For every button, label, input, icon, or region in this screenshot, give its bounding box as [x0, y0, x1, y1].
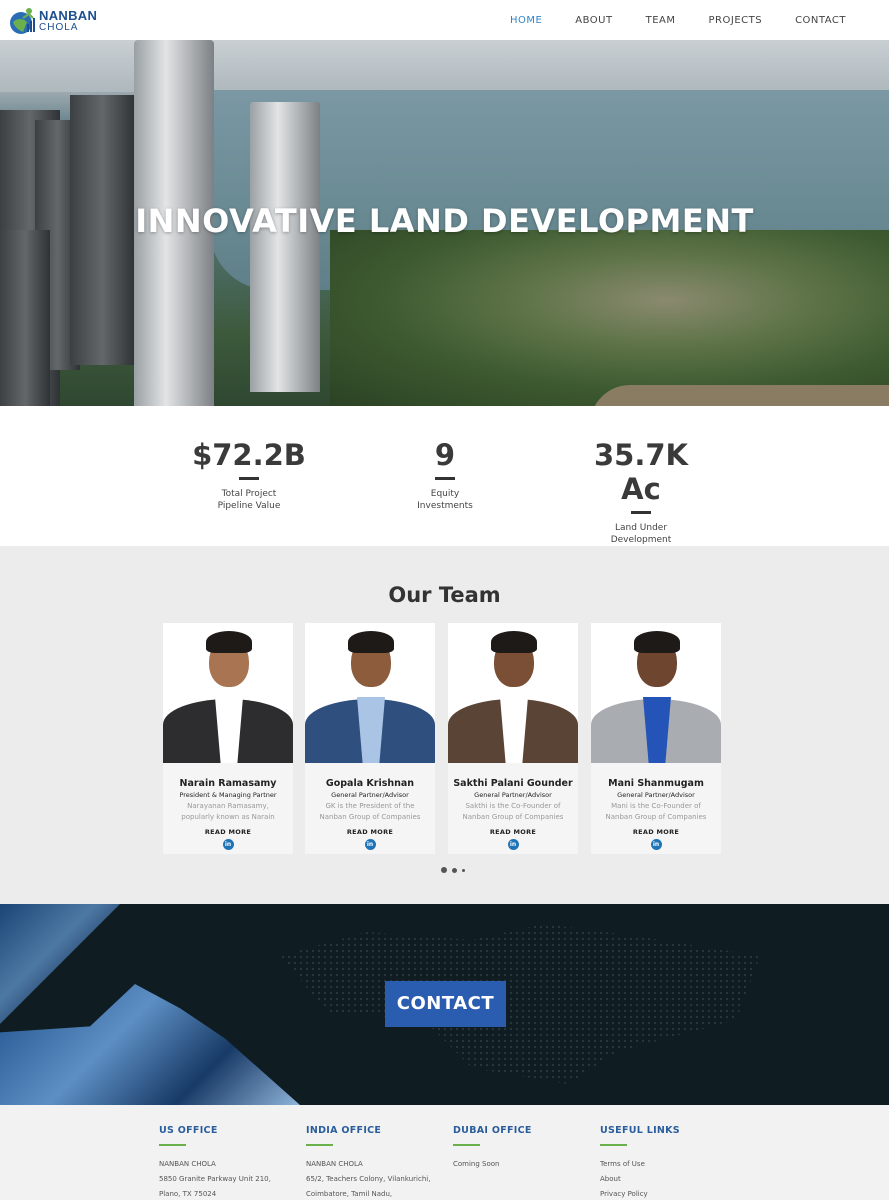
- contact-band: CONTACT: [0, 904, 889, 1105]
- member-name: Mani Shanmugam: [608, 778, 704, 789]
- main-nav: HOME ABOUT TEAM PROJECTS CONTACT: [477, 0, 846, 40]
- footer-link-terms[interactable]: Terms of Use: [600, 1157, 740, 1172]
- stat-value: 35.7K Ac: [593, 438, 689, 506]
- footer-underline: [600, 1144, 627, 1146]
- logo-subtitle: CHOLA: [39, 22, 79, 33]
- stat-investments: 9 Equity Investments: [405, 438, 485, 512]
- hero-title: INNOVATIVE LAND DEVELOPMENT: [135, 202, 754, 240]
- carousel-dot-active[interactable]: [441, 867, 447, 873]
- world-map-dots: [280, 924, 760, 1084]
- footer-useful-links: USEFUL LINKS Terms of Use About Privacy …: [600, 1125, 740, 1200]
- nav-team[interactable]: TEAM: [646, 15, 676, 26]
- footer-line: Coimbatore, Tamil Nadu,: [306, 1190, 393, 1198]
- carousel-dots: [441, 867, 470, 873]
- stat-divider: [239, 477, 259, 480]
- member-bio: Mani is the Co-Founder of Nanban Group of…: [605, 802, 707, 821]
- member-name: Narain Ramasamy: [179, 778, 277, 789]
- stat-value: $72.2B: [192, 438, 306, 472]
- logo[interactable]: NANBAN CHOLA: [9, 6, 97, 36]
- footer-line: 65/2, Teachers Colony, Vilankurichi,: [306, 1175, 431, 1183]
- footer-line: 5850 Granite Parkway Unit 210,: [159, 1175, 271, 1183]
- footer-line: Coming Soon: [453, 1160, 500, 1168]
- logo-mark-icon: [10, 8, 35, 34]
- member-name: Gopala Krishnan: [325, 778, 415, 789]
- stat-pipeline: $72.2B Total Project Pipeline Value: [190, 438, 308, 512]
- contact-button[interactable]: CONTACT: [385, 981, 506, 1027]
- nav-projects[interactable]: PROJECTS: [709, 15, 763, 26]
- member-bio: GK is the President of the Nanban Group o…: [319, 802, 421, 821]
- carousel-dot[interactable]: [452, 867, 457, 873]
- stat-divider: [435, 477, 455, 480]
- hero-parkland: [330, 230, 889, 406]
- hero-tower: [250, 102, 320, 392]
- building-image: [0, 904, 120, 1024]
- member-name: Sakthi Palani Gounder: [453, 778, 573, 789]
- team-card[interactable]: Sakthi Palani Gounder General Partner/Ad…: [448, 623, 578, 854]
- footer-link-about[interactable]: About: [600, 1172, 740, 1187]
- member-role: President & Managing Partner: [179, 791, 277, 799]
- team-card[interactable]: Gopala Krishnan General Partner/Advisor …: [305, 623, 435, 854]
- read-more-link[interactable]: READ MORE: [591, 828, 721, 836]
- stat-label: Equity Investments: [417, 489, 473, 511]
- nav-home[interactable]: HOME: [510, 15, 542, 26]
- footer-heading: INDIA OFFICE: [306, 1125, 382, 1136]
- linkedin-icon[interactable]: in: [650, 839, 662, 850]
- building-image: [0, 984, 300, 1105]
- linkedin-icon[interactable]: in: [222, 839, 234, 850]
- stat-divider: [631, 511, 651, 514]
- team-photo: [305, 623, 435, 763]
- footer-underline: [159, 1144, 186, 1146]
- stat-label: Land Under Development: [610, 523, 672, 545]
- footer-line: NANBAN CHOLA: [159, 1160, 216, 1168]
- footer-heading: DUBAI OFFICE: [453, 1125, 532, 1136]
- stat-land: 35.7K Ac Land Under Development: [571, 438, 711, 546]
- footer-us-office: US OFFICE NANBAN CHOLA 5850 Granite Park…: [159, 1125, 299, 1200]
- carousel-dot[interactable]: [462, 868, 465, 872]
- nav-about[interactable]: ABOUT: [575, 15, 612, 26]
- hero-pond: [590, 385, 889, 406]
- linkedin-icon[interactable]: in: [507, 839, 519, 850]
- stats-section: $72.2B Total Project Pipeline Value 9 Equ…: [0, 406, 889, 546]
- site-footer: US OFFICE NANBAN CHOLA 5850 Granite Park…: [0, 1105, 889, 1200]
- nav-contact[interactable]: CONTACT: [795, 15, 846, 26]
- hero-banner: INNOVATIVE LAND DEVELOPMENT: [0, 40, 889, 406]
- footer-underline: [306, 1144, 333, 1146]
- footer-dubai-office: DUBAI OFFICE Coming Soon: [453, 1125, 593, 1172]
- team-photo: [163, 623, 293, 763]
- team-photo: [591, 623, 721, 763]
- member-role: General Partner/Advisor: [617, 791, 695, 799]
- stat-label: Total Project Pipeline Value: [217, 489, 281, 511]
- footer-underline: [453, 1144, 480, 1146]
- team-heading: Our Team: [388, 583, 501, 607]
- logo-title: NANBAN: [39, 8, 98, 23]
- hero-building: [0, 230, 50, 406]
- site-header: NANBAN CHOLA HOME ABOUT TEAM PROJECTS CO…: [0, 0, 889, 40]
- member-role: General Partner/Advisor: [331, 791, 409, 799]
- member-bio: Sakthi is the Co-Founder of Nanban Group …: [462, 802, 564, 821]
- team-card[interactable]: Narain Ramasamy President & Managing Par…: [163, 623, 293, 854]
- team-card[interactable]: Mani Shanmugam General Partner/Advisor M…: [591, 623, 721, 854]
- footer-line: Plano, TX 75024: [159, 1190, 217, 1198]
- member-role: General Partner/Advisor: [474, 791, 552, 799]
- member-bio: Narayanan Ramasamy, popularly known as Na…: [181, 802, 275, 821]
- read-more-link[interactable]: READ MORE: [163, 828, 293, 836]
- footer-line: NANBAN CHOLA: [306, 1160, 363, 1168]
- team-photo: [448, 623, 578, 763]
- linkedin-icon[interactable]: in: [364, 839, 376, 850]
- footer-heading: US OFFICE: [159, 1125, 218, 1136]
- read-more-link[interactable]: READ MORE: [448, 828, 578, 836]
- read-more-link[interactable]: READ MORE: [305, 828, 435, 836]
- footer-link-privacy[interactable]: Privacy Policy: [600, 1187, 740, 1200]
- footer-heading: USEFUL LINKS: [600, 1125, 680, 1136]
- footer-india-office: INDIA OFFICE NANBAN CHOLA 65/2, Teachers…: [306, 1125, 446, 1200]
- team-section: Our Team Narain Ramasamy President & Man…: [0, 546, 889, 904]
- stat-value: 9: [434, 438, 456, 472]
